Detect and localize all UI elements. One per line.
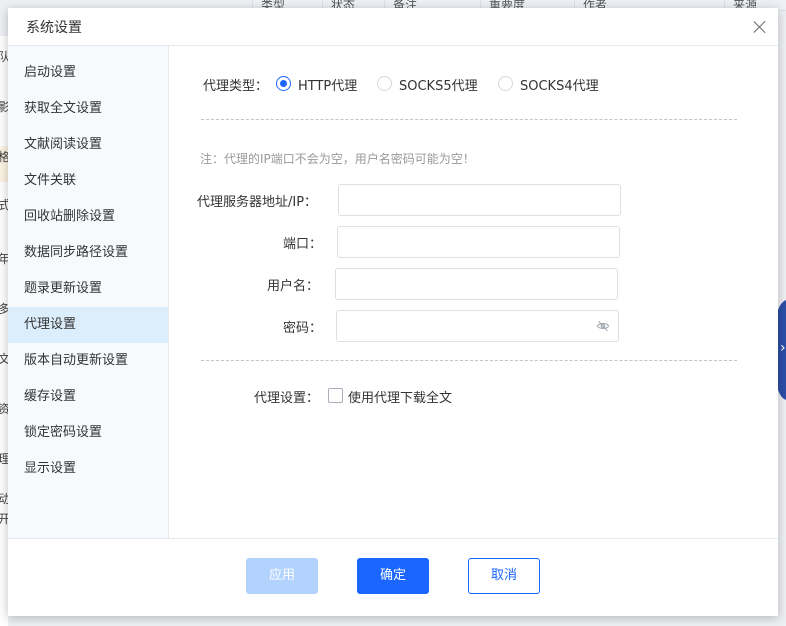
proxy-note: 注：代理的IP端口不会为空，用户名密码可能为空！ (200, 152, 475, 166)
sidebar-item-auto-update[interactable]: 版本自动更新设置 (8, 343, 168, 379)
dialog-header: 系统设置 (8, 8, 778, 46)
proxy-type-label: 代理类型： (203, 79, 269, 94)
server-address-label: 代理服务器地址/IP： (197, 195, 318, 210)
sidebar-item-file-association[interactable]: 文件关联 (8, 163, 168, 199)
sidebar-item-cache[interactable]: 缓存设置 (8, 379, 168, 415)
radio-socks5[interactable] (377, 76, 392, 91)
apply-button[interactable]: 应用 (246, 558, 318, 594)
ok-button[interactable]: 确定 (357, 558, 429, 594)
divider (201, 119, 737, 120)
sidebar-item-record-update[interactable]: 题录更新设置 (8, 271, 168, 307)
sidebar-item-proxy[interactable]: 代理设置 (8, 307, 168, 343)
system-settings-dialog: 系统设置 启动设置 获取全文设置 文献阅读设置 文件关联 回收站删除设置 数据同… (8, 8, 778, 616)
sidebar-item-display[interactable]: 显示设置 (8, 451, 168, 487)
sidebar-item-reading[interactable]: 文献阅读设置 (8, 127, 168, 163)
radio-socks4-label[interactable]: SOCKS4代理 (520, 75, 599, 94)
username-input[interactable] (335, 268, 618, 300)
close-icon[interactable] (752, 19, 768, 35)
chevron-right-icon: › (780, 340, 786, 356)
eye-off-icon[interactable] (596, 319, 610, 333)
password-label: 密码： (283, 321, 323, 336)
cancel-button[interactable]: 取消 (468, 558, 540, 594)
sidebar-item-startup[interactable]: 启动设置 (8, 55, 168, 91)
dialog-footer: 应用 确定 取消 (8, 538, 778, 616)
radio-http-label[interactable]: HTTP代理 (298, 75, 357, 94)
radio-socks5-label[interactable]: SOCKS5代理 (399, 75, 478, 94)
use-proxy-download-checkbox[interactable] (328, 388, 343, 403)
password-input[interactable] (336, 310, 619, 342)
use-proxy-download-label[interactable]: 使用代理下载全文 (348, 387, 452, 406)
divider (201, 360, 737, 361)
port-input[interactable] (337, 226, 620, 258)
radio-http[interactable] (276, 76, 291, 91)
username-label: 用户名： (267, 279, 320, 294)
sidebar-item-lock-password[interactable]: 锁定密码设置 (8, 415, 168, 451)
sidebar-item-sync-path[interactable]: 数据同步路径设置 (8, 235, 168, 271)
dialog-title: 系统设置 (26, 20, 82, 36)
proxy-setting-label: 代理设置： (254, 391, 320, 406)
proxy-settings-panel: 代理类型： HTTP代理 SOCKS5代理 SOCKS4代理 注：代理的IP端口… (170, 46, 778, 538)
radio-socks4[interactable] (498, 76, 513, 91)
port-label: 端口： (283, 237, 323, 252)
server-address-input[interactable] (338, 184, 621, 216)
sidebar-item-recycle-bin[interactable]: 回收站删除设置 (8, 199, 168, 235)
sidebar-item-fulltext[interactable]: 获取全文设置 (8, 91, 168, 127)
settings-sidebar: 启动设置 获取全文设置 文献阅读设置 文件关联 回收站删除设置 数据同步路径设置… (8, 46, 169, 538)
background-left-panel: 队 影 格 式 年 多 文 资 理 动 开 (0, 36, 10, 626)
